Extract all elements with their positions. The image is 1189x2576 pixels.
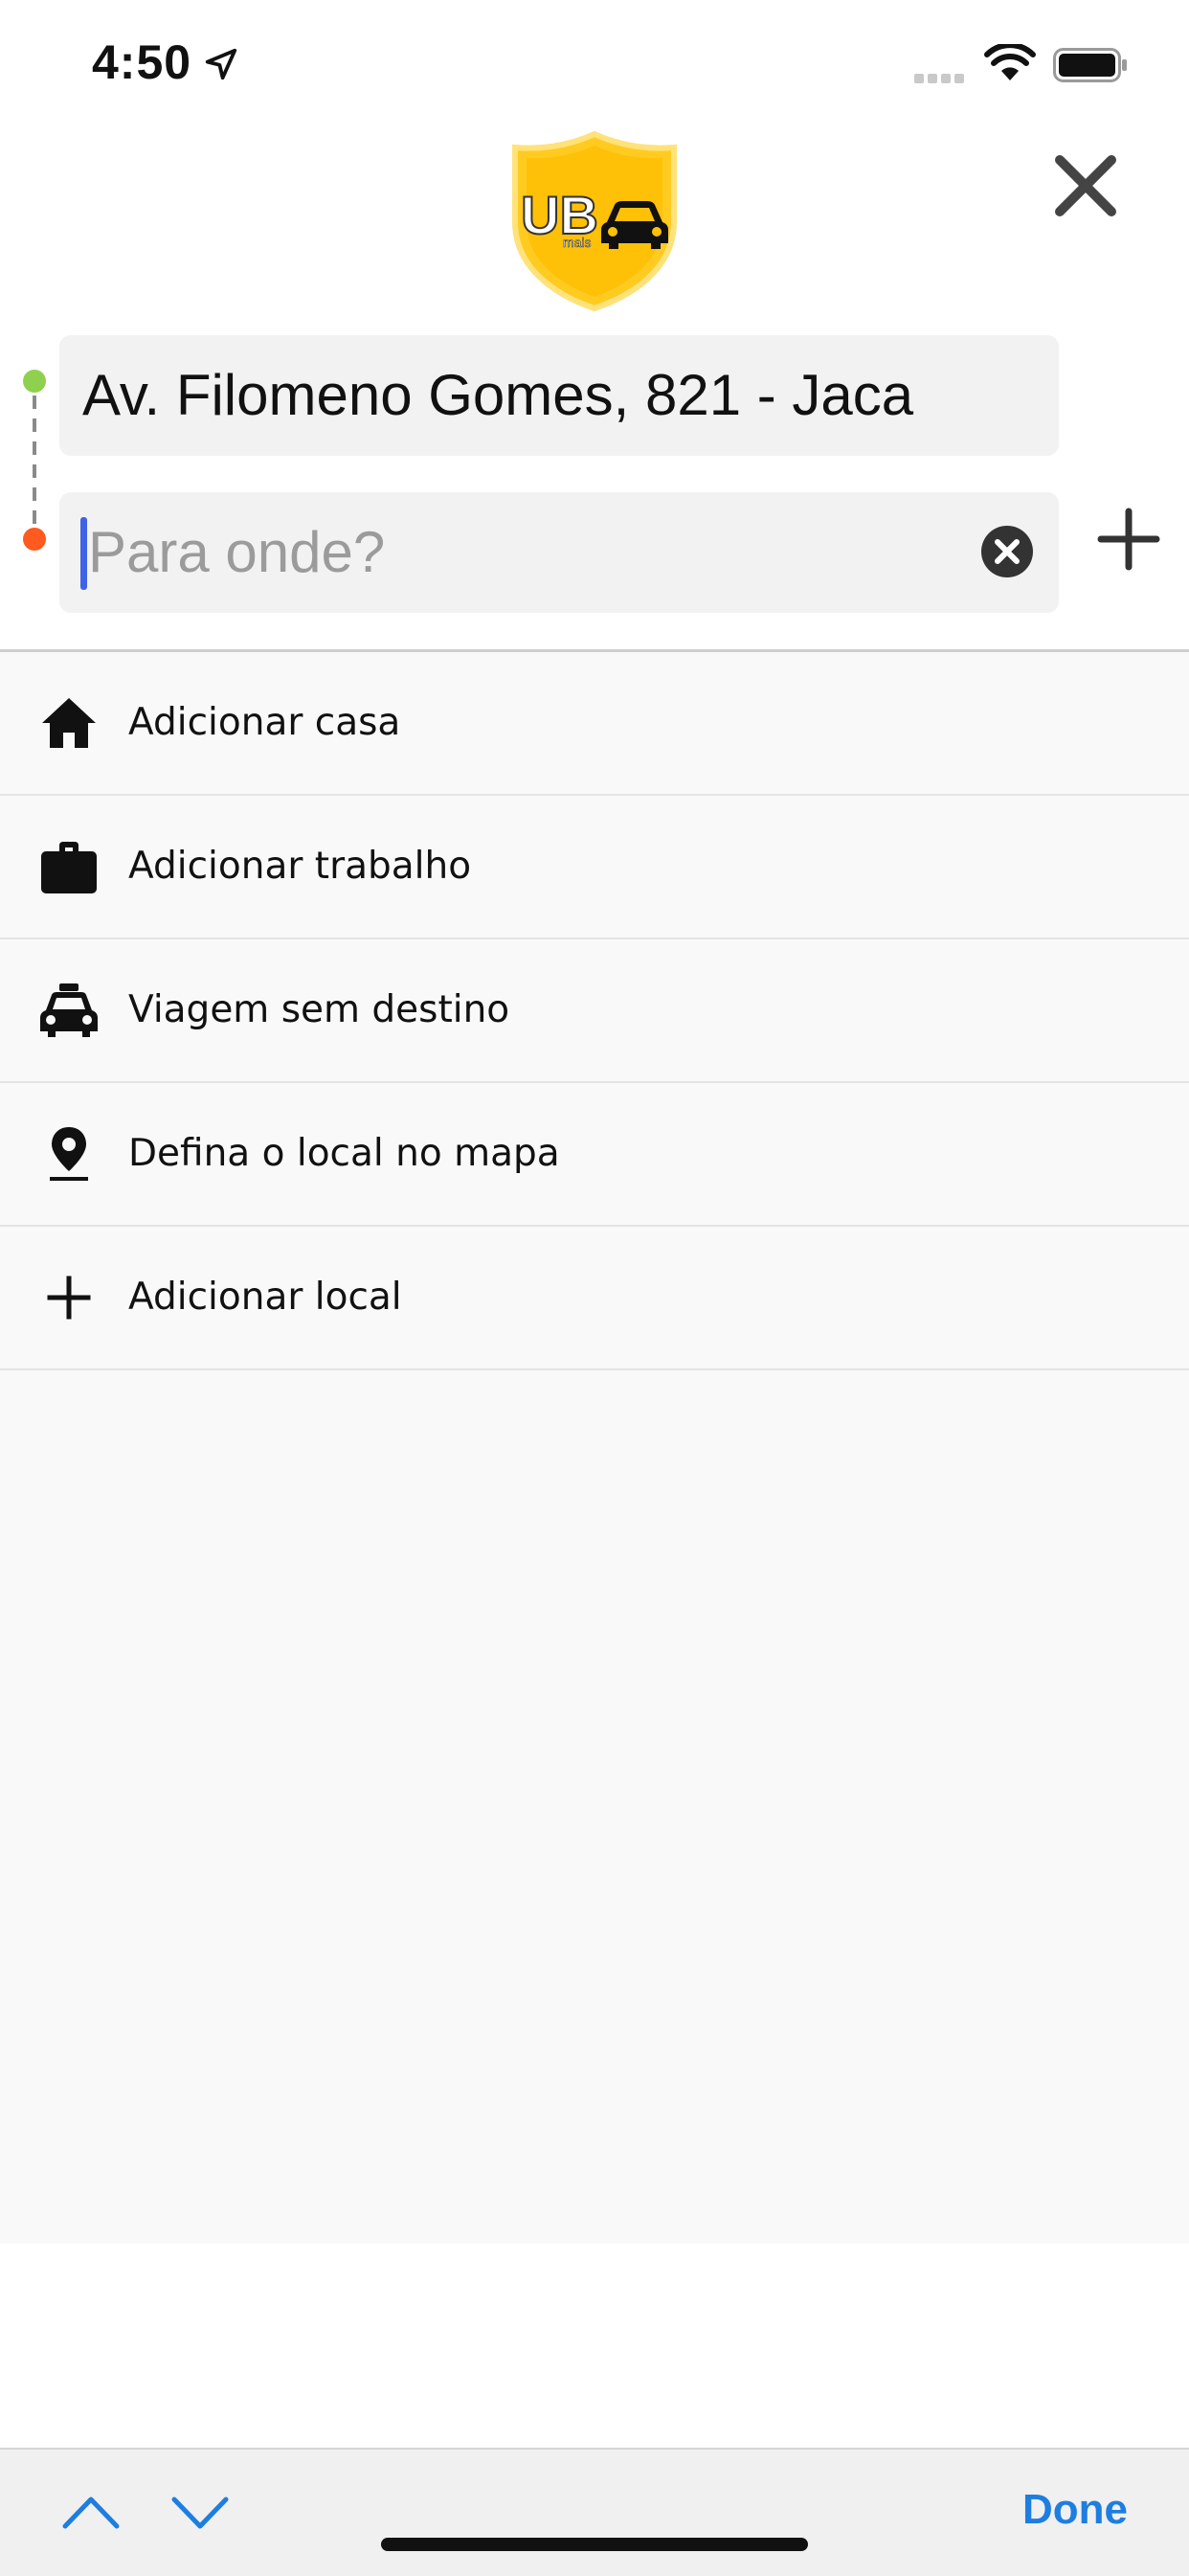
keyboard-accessory-bar: Done <box>0 2448 1189 2576</box>
route-indicator <box>23 370 46 551</box>
destination-placeholder: Para onde? <box>88 520 386 584</box>
list-item-label: Viagem sem destino <box>128 988 510 1031</box>
origin-field[interactable]: Av. Filomeno Gomes, 821 - Jaca <box>59 335 1059 456</box>
home-indicator <box>381 2538 808 2551</box>
list-item-label: Defina o local no mapa <box>128 1132 560 1175</box>
next-field-button[interactable] <box>170 2494 230 2532</box>
add-stop-button[interactable] <box>1097 508 1160 571</box>
home-icon <box>42 698 96 748</box>
origin-field-value: Av. Filomeno Gomes, 821 - Jaca <box>82 363 914 427</box>
taxi-icon <box>40 983 98 1037</box>
list-item-add-home[interactable]: Adicionar casa <box>0 652 1189 796</box>
battery-icon <box>1053 48 1127 82</box>
logo-sub: mais <box>563 235 592 250</box>
clear-input-button[interactable] <box>978 523 1036 580</box>
options-list: Adicionar casa Adicionar trabalho Viagem… <box>0 649 1189 2244</box>
list-item-add-place[interactable]: Adicionar local <box>0 1227 1189 1370</box>
destination-input[interactable]: Para onde? <box>59 492 1059 613</box>
origin-dot <box>23 370 46 393</box>
location-arrow-icon <box>205 48 237 80</box>
close-button[interactable] <box>1048 148 1123 223</box>
map-pin-icon <box>50 1127 88 1181</box>
list-item-label: Adicionar casa <box>128 701 401 744</box>
destination-dot <box>23 528 46 551</box>
wifi-icon <box>984 44 1036 80</box>
text-caret <box>80 517 87 590</box>
briefcase-icon <box>41 842 97 893</box>
status-bar: 4:50 <box>0 0 1189 124</box>
list-item-label: Adicionar trabalho <box>128 845 472 888</box>
plus-icon <box>47 1276 91 1320</box>
app-logo: UB mais <box>512 130 677 312</box>
list-item-trip-no-destination[interactable]: Viagem sem destino <box>0 939 1189 1083</box>
cellular-signal-icon <box>914 71 968 88</box>
status-time: 4:50 <box>92 35 192 89</box>
list-item-set-on-map[interactable]: Defina o local no mapa <box>0 1083 1189 1227</box>
list-item-add-work[interactable]: Adicionar trabalho <box>0 796 1189 939</box>
list-item-label: Adicionar local <box>128 1276 402 1319</box>
done-button[interactable]: Done <box>1022 2486 1128 2534</box>
previous-field-button[interactable] <box>61 2494 121 2532</box>
